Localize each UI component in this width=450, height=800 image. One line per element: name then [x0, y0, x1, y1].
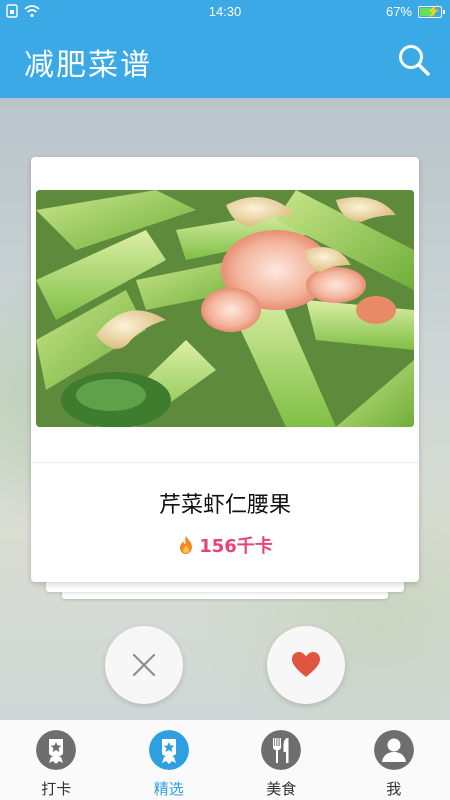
- battery-charging-icon: ⚡: [418, 4, 445, 18]
- dish-name: 芹菜虾仁腰果: [158, 493, 291, 518]
- nav-label-me: 我: [386, 780, 402, 798]
- fork-knife-icon: [261, 730, 302, 770]
- search-button[interactable]: [396, 42, 432, 78]
- status-time: 14:30: [208, 4, 242, 19]
- fire-icon: [180, 536, 193, 554]
- heart-icon: [292, 652, 320, 677]
- status-icons-right: 67% ⚡: [385, 4, 445, 19]
- dislike-button[interactable]: [105, 626, 183, 704]
- person-icon: [373, 730, 414, 770]
- status-bar: 14:30 67% ⚡: [0, 0, 450, 24]
- app-title: 减肥菜谱: [24, 48, 152, 83]
- nav-item-checkin[interactable]: 打卡: [0, 720, 113, 800]
- calorie-info: 156千卡: [31, 532, 419, 558]
- bottom-nav: 打卡 精选 美食 我: [0, 719, 450, 800]
- nav-label-checkin: 打卡: [41, 780, 72, 798]
- close-icon: [132, 653, 156, 677]
- nav-label-featured: 精选: [153, 780, 184, 798]
- calorie-value: 156千卡: [199, 536, 273, 557]
- search-icon: [399, 45, 430, 76]
- badge-star-icon: [36, 730, 77, 770]
- nav-item-featured[interactable]: 精选: [113, 720, 226, 800]
- like-button[interactable]: [267, 626, 345, 704]
- dish-photo: [36, 190, 414, 427]
- nav-item-me[interactable]: 我: [338, 720, 450, 800]
- app-bar: 减肥菜谱: [0, 24, 450, 98]
- battery-percent: 67%: [385, 4, 412, 19]
- badge-star-icon: [148, 730, 189, 770]
- nav-label-food: 美食: [266, 780, 297, 798]
- recipe-card[interactable]: 芹菜虾仁腰果 156千卡: [31, 157, 419, 582]
- nav-item-food[interactable]: 美食: [225, 720, 338, 800]
- card-divider: [31, 462, 419, 463]
